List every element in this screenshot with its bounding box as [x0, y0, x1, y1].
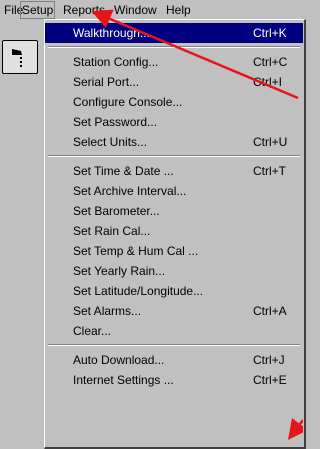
walkthrough-toolbar-button[interactable]	[2, 40, 38, 74]
menu-separator	[48, 46, 300, 48]
menu-item-set-yearly-rain[interactable]: Set Yearly Rain...	[45, 261, 303, 281]
menu-item-configure-console[interactable]: Configure Console...	[45, 92, 303, 112]
setup-dropdown-menu: Walkthrough... Ctrl+K Station Config... Ctr…	[44, 19, 306, 449]
menu-item-shortcut: Ctrl+T	[253, 164, 286, 178]
menu-item-set-time-date[interactable]: Set Time & Date ... Ctrl+T	[45, 161, 303, 181]
left-panel	[0, 20, 42, 445]
menu-item-label: Serial Port...	[73, 75, 140, 89]
menu-item-shortcut: Ctrl+U	[253, 135, 288, 149]
menu-item-select-units[interactable]: Select Units... Ctrl+U	[45, 132, 303, 152]
menu-window[interactable]: Window	[114, 3, 157, 17]
menu-item-shortcut: Ctrl+J	[253, 353, 285, 367]
menu-reports[interactable]: Reports	[63, 3, 105, 17]
menu-item-label: Set Rain Cal...	[73, 224, 151, 238]
menu-item-shortcut: Ctrl+I	[253, 75, 283, 89]
menu-file[interactable]: File	[4, 3, 23, 17]
menu-item-label: Walkthrough...	[73, 26, 150, 40]
menu-item-label: Set Temp & Hum Cal ...	[73, 244, 199, 258]
menu-item-clear[interactable]: Clear...	[45, 321, 303, 341]
menu-item-set-password[interactable]: Set Password...	[45, 112, 303, 132]
menu-item-label: Set Yearly Rain...	[73, 264, 166, 278]
menu-separator	[48, 155, 300, 157]
menu-item-label: Clear...	[73, 324, 112, 338]
menu-item-label: Select Units...	[73, 135, 148, 149]
menu-item-auto-download[interactable]: Auto Download... Ctrl+J	[45, 350, 303, 370]
menu-item-label: Station Config...	[73, 55, 159, 69]
menu-item-serial-port[interactable]: Serial Port... Ctrl+I	[45, 72, 303, 92]
menu-item-set-alarms[interactable]: Set Alarms... Ctrl+A	[45, 301, 303, 321]
menu-separator	[48, 344, 300, 346]
menu-item-label: Set Password...	[73, 115, 158, 129]
menu-help[interactable]: Help	[166, 3, 191, 17]
menu-item-set-temp-hum-cal[interactable]: Set Temp & Hum Cal ...	[45, 241, 303, 261]
menu-item-shortcut: Ctrl+C	[253, 55, 288, 69]
menu-item-set-rain-cal[interactable]: Set Rain Cal...	[45, 221, 303, 241]
menu-setup[interactable]: Setup	[19, 1, 56, 19]
menu-item-label: Configure Console...	[73, 95, 183, 109]
menu-item-label: Set Alarms...	[73, 304, 142, 318]
menu-bar: File Setup Reports Window Help	[0, 0, 303, 19]
menu-item-set-barometer[interactable]: Set Barometer...	[45, 201, 303, 221]
menu-item-shortcut: Ctrl+K	[253, 26, 287, 40]
menu-item-label: Set Time & Date ...	[73, 164, 174, 178]
menu-item-label: Set Archive Interval...	[73, 184, 187, 198]
menu-item-set-archive-interval[interactable]: Set Archive Interval...	[45, 181, 303, 201]
menu-item-label: Set Barometer...	[73, 204, 160, 218]
menu-item-label: Auto Download...	[73, 353, 165, 367]
menu-item-shortcut: Ctrl+E	[253, 373, 287, 387]
menu-item-station-config[interactable]: Station Config... Ctrl+C	[45, 52, 303, 72]
menu-item-shortcut: Ctrl+A	[253, 304, 287, 318]
menu-item-walkthrough[interactable]: Walkthrough... Ctrl+K	[45, 23, 303, 43]
menu-item-set-latitude-longitude[interactable]: Set Latitude/Longitude...	[45, 281, 303, 301]
menu-item-label: Set Latitude/Longitude...	[73, 284, 204, 298]
toolbar-icon	[12, 49, 22, 67]
menu-item-label: Internet Settings ...	[73, 373, 174, 387]
menu-item-internet-settings[interactable]: Internet Settings ... Ctrl+E	[45, 370, 303, 390]
